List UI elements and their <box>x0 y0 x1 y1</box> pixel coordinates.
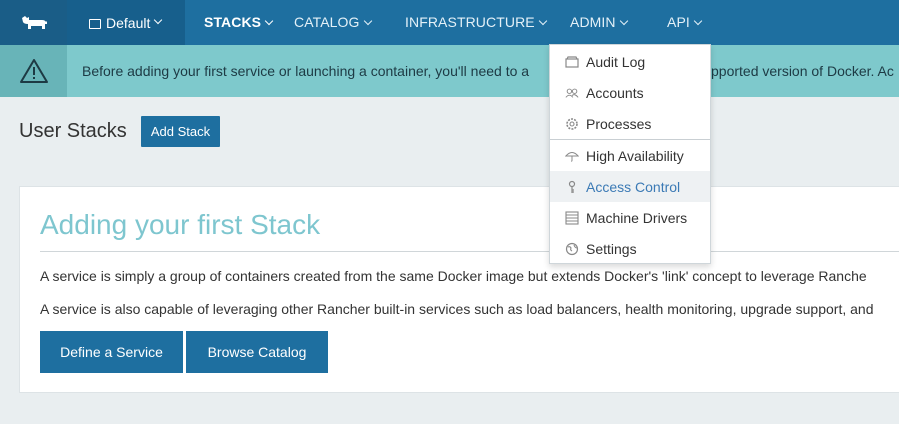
nav-infrastructure-label: INFRASTRUCTURE <box>405 14 535 30</box>
chevron-down-icon <box>154 15 163 24</box>
menu-item-label: Processes <box>586 115 652 132</box>
define-service-button[interactable]: Define a Service <box>40 331 183 373</box>
environment-selector[interactable]: Default <box>67 0 185 45</box>
chevron-down-icon <box>363 16 372 26</box>
admin-dropdown-menu: Audit Log Accounts Processes High Availa… <box>549 44 711 264</box>
menu-item-processes[interactable]: Processes <box>550 108 710 139</box>
warning-icon-box <box>0 45 67 97</box>
nav-api[interactable]: API <box>667 0 703 45</box>
banner-message: Before adding your first service or laun… <box>82 63 530 79</box>
docker-warning-banner: Before adding your first service or laun… <box>0 45 899 97</box>
menu-item-accounts[interactable]: Accounts <box>550 77 710 108</box>
nav-stacks-label: STACKS <box>204 14 262 30</box>
nav-api-label: API <box>667 14 690 30</box>
menu-item-label: Audit Log <box>586 53 646 70</box>
page-title: User Stacks <box>19 120 127 142</box>
menu-item-label: Access Control <box>586 178 681 195</box>
banner-message-tail: pported version of Docker. Ac <box>711 63 894 79</box>
menu-item-audit-log[interactable]: Audit Log <box>550 46 710 77</box>
top-nav: Default STACKS CATALOG INFRASTRUCTURE AD… <box>0 0 899 45</box>
nav-catalog[interactable]: CATALOG <box>294 0 372 45</box>
environment-label: Default <box>106 14 151 31</box>
card-divider <box>40 251 899 252</box>
menu-item-high-availability[interactable]: High Availability <box>550 140 710 171</box>
environment-icon <box>89 18 101 29</box>
card-paragraph-2: A service is also capable of leveraging … <box>40 301 874 317</box>
nav-admin[interactable]: ADMIN <box>570 0 628 45</box>
nav-infrastructure[interactable]: INFRASTRUCTURE <box>405 0 547 45</box>
menu-item-label: Settings <box>586 240 637 257</box>
menu-item-settings[interactable]: Settings <box>550 233 710 264</box>
cow-logo-icon <box>21 15 47 29</box>
chevron-down-icon <box>619 16 628 26</box>
warning-triangle-icon <box>19 59 48 83</box>
chevron-down-icon <box>538 16 547 26</box>
rancher-logo[interactable] <box>0 0 67 45</box>
globe-icon <box>565 242 579 256</box>
nav-admin-label: ADMIN <box>570 14 616 30</box>
accounts-icon <box>565 86 579 100</box>
menu-item-label: High Availability <box>586 147 684 164</box>
processes-gear-icon <box>565 117 579 131</box>
server-stack-icon <box>565 210 579 225</box>
umbrella-icon <box>565 149 579 163</box>
browse-catalog-button[interactable]: Browse Catalog <box>186 331 328 373</box>
audit-log-icon <box>565 55 579 69</box>
chevron-down-icon <box>693 16 703 26</box>
chevron-down-icon <box>264 16 274 26</box>
menu-item-machine-drivers[interactable]: Machine Drivers <box>550 202 710 233</box>
add-stack-button[interactable]: Add Stack <box>141 116 220 147</box>
first-stack-card: Adding your first Stack A service is sim… <box>19 186 899 393</box>
menu-item-label: Accounts <box>586 84 644 101</box>
key-icon <box>565 180 579 194</box>
card-paragraph-1: A service is simply a group of container… <box>40 268 867 284</box>
nav-stacks[interactable]: STACKS <box>204 0 274 45</box>
menu-item-access-control[interactable]: Access Control <box>550 171 710 202</box>
nav-catalog-label: CATALOG <box>294 14 360 30</box>
menu-item-label: Machine Drivers <box>586 209 688 226</box>
card-title: Adding your first Stack <box>40 209 321 240</box>
